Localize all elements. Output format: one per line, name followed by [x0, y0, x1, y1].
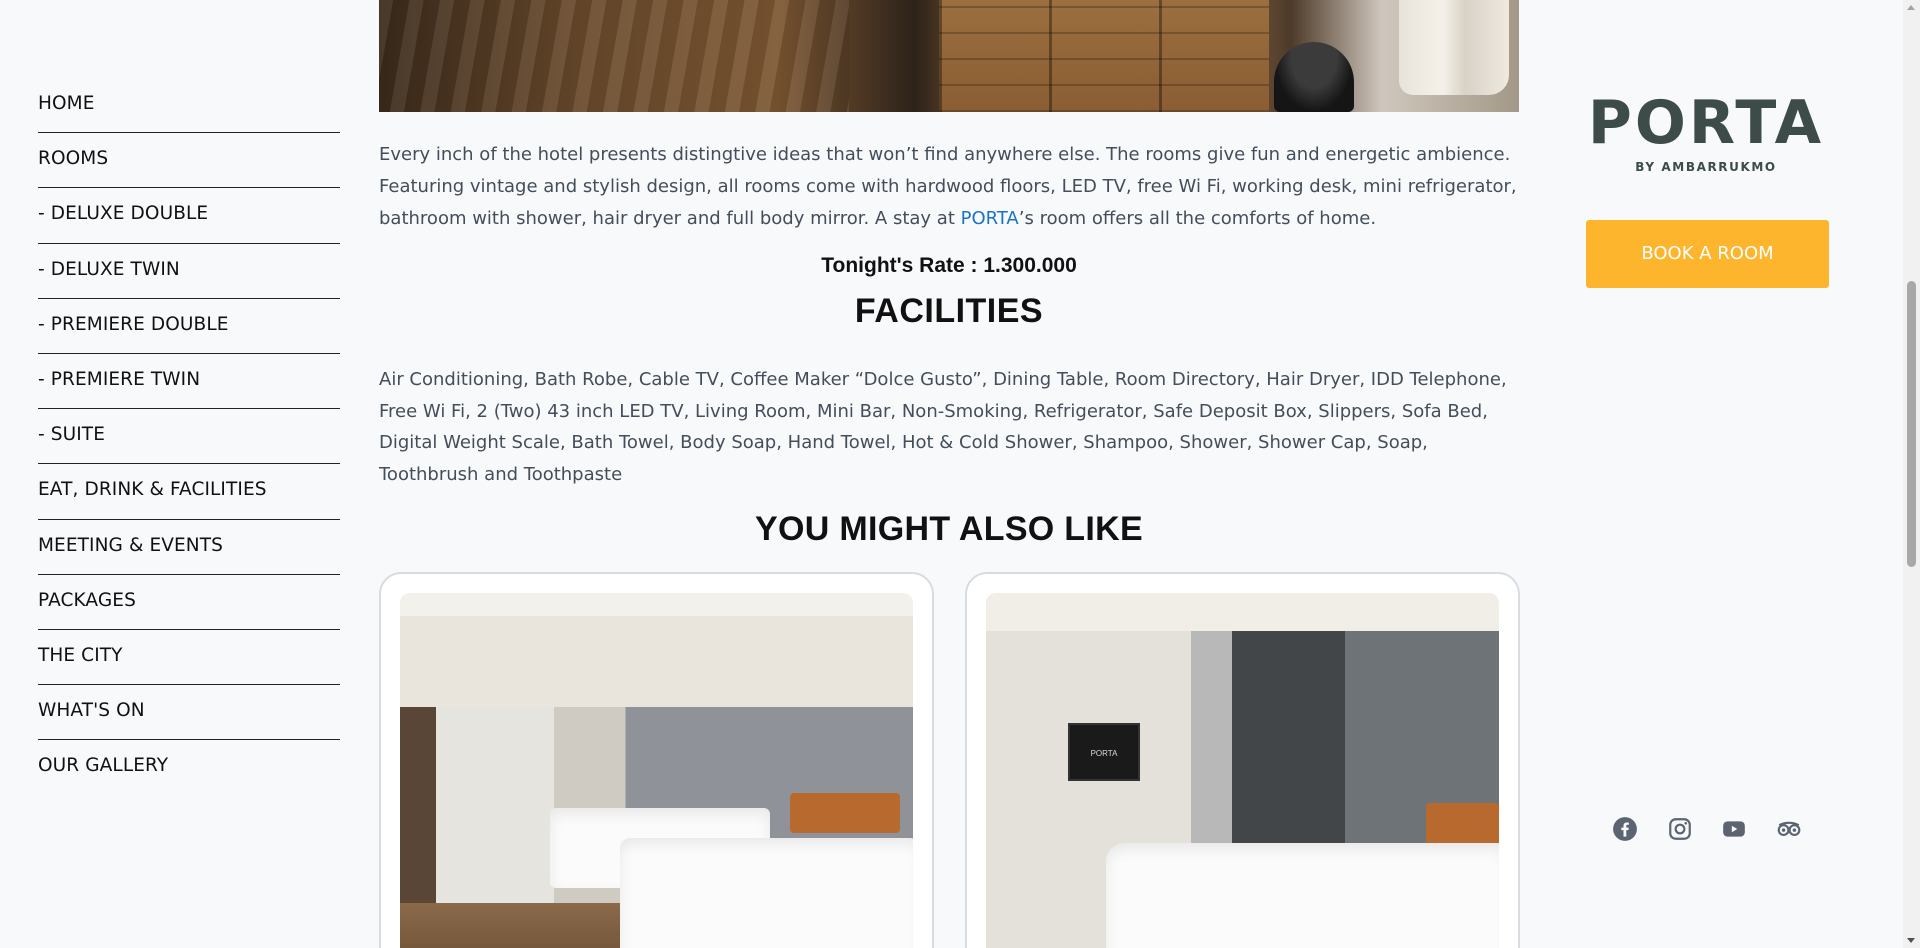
main-content: Every inch of the hotel presents disting…: [379, 0, 1520, 948]
porta-logo[interactable]: PORTA BY AMBARRUKMO: [1555, 92, 1857, 174]
room-description-text-end: ’s room offers all the comforts of home.: [1018, 208, 1377, 229]
nav-item-rooms[interactable]: ROOMS: [38, 133, 340, 189]
social-links: [1612, 816, 1802, 842]
nav-item-home[interactable]: HOME: [38, 78, 340, 134]
youtube-icon[interactable]: [1721, 816, 1747, 842]
double-room-photo: PORTA: [986, 593, 1499, 948]
nav-item-deluxe-double[interactable]: - DELUXE DOUBLE: [38, 188, 340, 244]
you-might-also-like-heading: YOU MIGHT ALSO LIKE: [755, 510, 1143, 548]
tonights-rate: Tonight's Rate : 1.300.000: [821, 254, 1077, 277]
nav-item-suite[interactable]: - SUITE: [38, 409, 340, 465]
nav-item-deluxe-twin[interactable]: - DELUXE TWIN: [38, 244, 340, 299]
related-room-card[interactable]: [379, 572, 934, 948]
twin-room-photo: [400, 593, 913, 948]
nav-item-packages[interactable]: PACKAGES: [38, 575, 340, 630]
facebook-icon[interactable]: [1612, 816, 1638, 842]
nav-item-our-gallery[interactable]: OUR GALLERY: [38, 740, 340, 795]
logo-wordmark: PORTA: [1587, 88, 1825, 158]
scroll-down-arrow-icon[interactable]: [1907, 938, 1915, 943]
book-a-room-button[interactable]: BOOK A ROOM: [1586, 220, 1829, 288]
hero-cabinet: [939, 0, 1269, 112]
related-room-card[interactable]: PORTA: [965, 572, 1520, 948]
photo-bed: [620, 838, 913, 948]
side-navigation: HOME ROOMS - DELUXE DOUBLE - DELUXE TWIN…: [38, 78, 340, 795]
nav-item-premiere-twin[interactable]: - PREMIERE TWIN: [38, 354, 340, 410]
nav-item-meeting-events[interactable]: MEETING & EVENTS: [38, 520, 340, 575]
room-hero-image: [379, 0, 1519, 112]
facilities-heading: FACILITIES: [854, 292, 1044, 330]
instagram-icon[interactable]: [1667, 816, 1693, 842]
nav-item-whats-on[interactable]: WHAT'S ON: [38, 685, 340, 741]
page-scrollbar[interactable]: [1903, 0, 1920, 948]
nav-item-eat-drink-facilities[interactable]: EAT, DRINK & FACILITIES: [38, 464, 340, 520]
hero-towel: [1399, 0, 1509, 95]
scrollbar-thumb[interactable]: [1907, 281, 1916, 567]
nav-item-premiere-double[interactable]: - PREMIERE DOUBLE: [38, 299, 340, 354]
photo-tv: PORTA: [1068, 723, 1140, 781]
logo-tagline: BY AMBARRUKMO: [1635, 160, 1777, 174]
photo-headboard: [790, 793, 900, 833]
hero-basket: [1274, 42, 1354, 112]
hero-floor: [379, 0, 849, 112]
facilities-list: Air Conditioning, Bath Robe, Cable TV, C…: [379, 369, 1507, 485]
scroll-up-arrow-icon[interactable]: [1907, 5, 1915, 10]
porta-link[interactable]: PORTA: [961, 208, 1019, 229]
tripadvisor-icon[interactable]: [1776, 816, 1802, 842]
room-description: Every inch of the hotel presents disting…: [379, 139, 1519, 235]
photo-bed: [1106, 843, 1499, 948]
nav-item-the-city[interactable]: THE CITY: [38, 630, 340, 686]
